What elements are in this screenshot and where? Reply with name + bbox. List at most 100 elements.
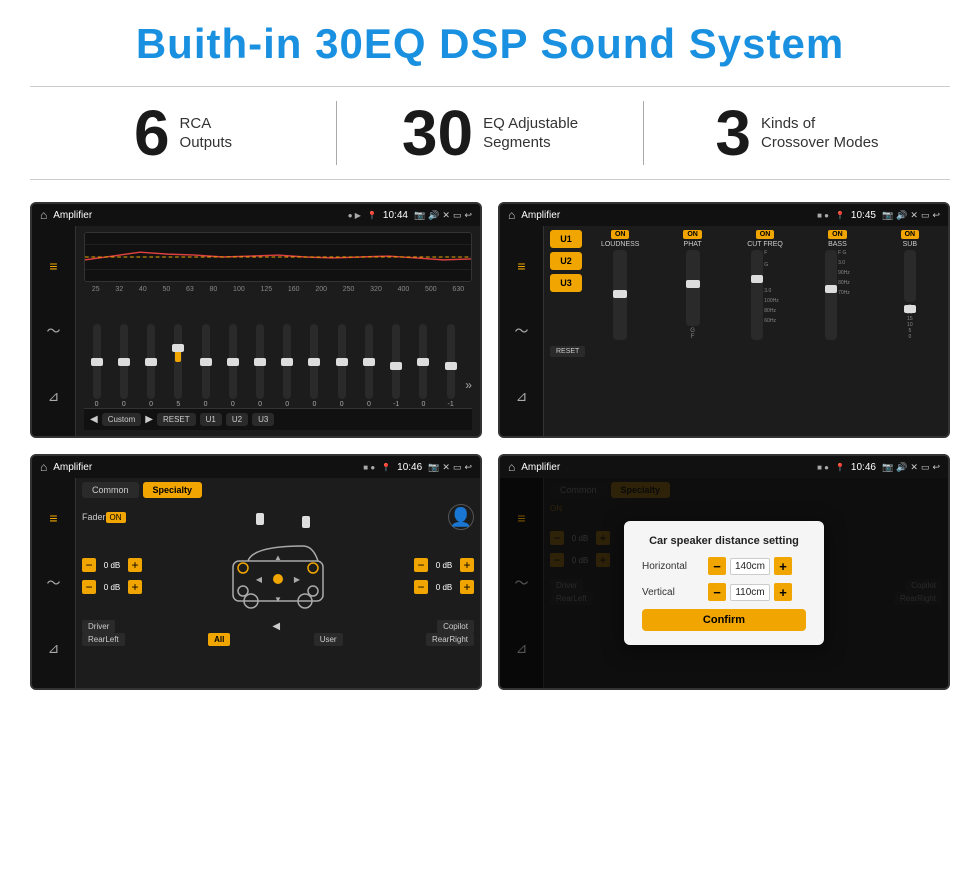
crossover-main-content: U1 U2 U3 ON LOUDNESS: [544, 226, 948, 436]
db-minus-2[interactable]: −: [82, 580, 96, 594]
eq-u3-btn[interactable]: U3: [252, 413, 274, 426]
eq-prev-btn[interactable]: ◀: [90, 414, 98, 425]
crossover-home-icon[interactable]: ⌂: [508, 208, 515, 222]
crossover-wave-icon[interactable]: 〜: [515, 321, 529, 341]
horizontal-plus-btn[interactable]: +: [774, 557, 792, 575]
preset-u1[interactable]: U1: [550, 230, 582, 248]
btn-driver[interactable]: Driver: [82, 620, 115, 633]
btn-rearright[interactable]: RearRight: [426, 633, 474, 646]
cutfreq-slider-f[interactable]: [751, 250, 763, 340]
fader-tab-common[interactable]: Common: [82, 482, 139, 498]
btn-copilot[interactable]: Copilot: [437, 620, 474, 633]
cutfreq-on-badge[interactable]: ON: [756, 230, 775, 239]
crossover-tune-icon[interactable]: ≡: [517, 258, 525, 274]
eq-slider-9[interactable]: 0: [302, 324, 327, 408]
db-plus-2[interactable]: +: [128, 580, 142, 594]
dialog-home-icon[interactable]: ⌂: [508, 460, 515, 474]
phat-on-badge[interactable]: ON: [683, 230, 702, 239]
dialog-horizontal-stepper: − 140cm +: [708, 557, 792, 575]
fader-tab-specialty[interactable]: Specialty: [143, 482, 203, 498]
bass-on-badge[interactable]: ON: [828, 230, 847, 239]
fader-on-badge[interactable]: ON: [106, 512, 126, 523]
eq-tune-icon[interactable]: ≡: [49, 258, 57, 274]
bass-slider[interactable]: [825, 250, 837, 340]
eq-reset-btn[interactable]: RESET: [157, 413, 196, 426]
fader-db-4: − 0 dB +: [414, 580, 474, 594]
eq-screen-body: ≡ 〜 ⊿: [32, 226, 480, 436]
db-plus-3[interactable]: +: [460, 558, 474, 572]
preset-u3[interactable]: U3: [550, 274, 582, 292]
eq-slider-8[interactable]: 0: [275, 324, 300, 408]
fader-wave-icon[interactable]: 〜: [47, 573, 61, 593]
db-minus-1[interactable]: −: [82, 558, 96, 572]
btn-rearleft[interactable]: RearLeft: [82, 633, 125, 646]
sub-on-badge[interactable]: ON: [901, 230, 920, 239]
fader-h-sliders: [132, 516, 442, 519]
eq-speaker-icon[interactable]: ⊿: [48, 388, 60, 405]
eq-slider-6[interactable]: 0: [220, 324, 245, 408]
eq-graph: [84, 232, 472, 282]
eq-slider-1[interactable]: 0: [84, 324, 109, 408]
eq-slider-2[interactable]: 0: [111, 324, 136, 408]
cutfreq-label: CUT FREQ: [747, 241, 783, 248]
eq-main-content: 25 32 40 50 63 80 100 125 160 200 250 32…: [76, 226, 480, 436]
eq-slider-3[interactable]: 0: [138, 324, 163, 408]
fader-db-3: − 0 dB +: [414, 558, 474, 572]
fader-home-icon[interactable]: ⌂: [40, 460, 47, 474]
eq-next-btn[interactable]: ▶: [145, 414, 153, 425]
eq-slider-4[interactable]: 5: [166, 324, 191, 408]
loudness-on-badge[interactable]: ON: [611, 230, 630, 239]
svg-text:◀: ◀: [256, 575, 263, 584]
btn-all[interactable]: All: [208, 633, 230, 646]
eq-u2-btn[interactable]: U2: [226, 413, 248, 426]
eq-slider-7[interactable]: 0: [247, 324, 272, 408]
db-minus-3[interactable]: −: [414, 558, 428, 572]
fader-bottom-btns: Driver ◀ Copilot: [82, 620, 474, 633]
eq-sliders-area: 0 0 0 5 0 0 0 0 0 0 0 -1 0: [84, 297, 472, 408]
phat-slider[interactable]: [686, 250, 700, 326]
dialog-vertical-stepper: − 110cm +: [708, 583, 792, 601]
fader-profile-icon[interactable]: 👤: [448, 504, 474, 530]
fader-vol-icon[interactable]: ⊿: [48, 640, 60, 657]
db-value-1: 0 dB: [99, 561, 125, 570]
fader-status-bar: ⌂ Amplifier ■ ● 📍 10:46 📷 ✕ ▭ ↩: [32, 456, 480, 478]
crossover-reset-btn[interactable]: RESET: [550, 346, 585, 357]
loudness-slider[interactable]: [613, 250, 627, 340]
dialog-dot-icons: ■ ●: [817, 463, 829, 472]
db-plus-1[interactable]: +: [128, 558, 142, 572]
eq-slider-14[interactable]: -1: [438, 324, 463, 408]
eq-wave-icon[interactable]: 〜: [47, 321, 61, 341]
dialog-location-icon: 📍: [835, 463, 845, 472]
car-svg: ▲ ▼ ◀ ▶: [223, 536, 333, 616]
eq-slider-13[interactable]: 0: [411, 324, 436, 408]
eq-freq-labels: 25 32 40 50 63 80 100 125 160 200 250 32…: [84, 286, 472, 293]
eq-location-icon: 📍: [367, 211, 377, 220]
ch-loudness: ON LOUDNESS: [588, 230, 652, 340]
vertical-minus-btn[interactable]: −: [708, 583, 726, 601]
db-minus-4[interactable]: −: [414, 580, 428, 594]
horizontal-minus-btn[interactable]: −: [708, 557, 726, 575]
confirm-button[interactable]: Confirm: [642, 609, 806, 631]
eq-slider-5[interactable]: 0: [193, 324, 218, 408]
vertical-plus-btn[interactable]: +: [774, 583, 792, 601]
eq-custom-btn[interactable]: Custom: [102, 413, 142, 426]
eq-more-arrow[interactable]: »: [465, 378, 472, 408]
preset-u2[interactable]: U2: [550, 252, 582, 270]
btn-user[interactable]: User: [314, 633, 343, 646]
sub-slider[interactable]: [904, 250, 916, 302]
crossover-speaker-icon[interactable]: ⊿: [516, 388, 528, 405]
db-value-3: 0 dB: [431, 561, 457, 570]
eq-slider-11[interactable]: 0: [356, 324, 381, 408]
fader-tune-icon[interactable]: ≡: [49, 510, 57, 526]
eq-u1-btn[interactable]: U1: [200, 413, 222, 426]
fader-screen-title: Amplifier: [53, 462, 357, 473]
eq-slider-10[interactable]: 0: [329, 324, 354, 408]
fader-center-arrow-left[interactable]: ◀: [272, 620, 280, 633]
eq-slider-12[interactable]: -1: [384, 324, 409, 408]
eq-curve-svg: [85, 233, 471, 281]
home-icon[interactable]: ⌂: [40, 208, 47, 222]
db-value-2: 0 dB: [99, 583, 125, 592]
stat-text-crossover: Kinds of Crossover Modes: [761, 114, 879, 153]
stat-number-crossover: 3: [715, 101, 751, 165]
db-plus-4[interactable]: +: [460, 580, 474, 594]
